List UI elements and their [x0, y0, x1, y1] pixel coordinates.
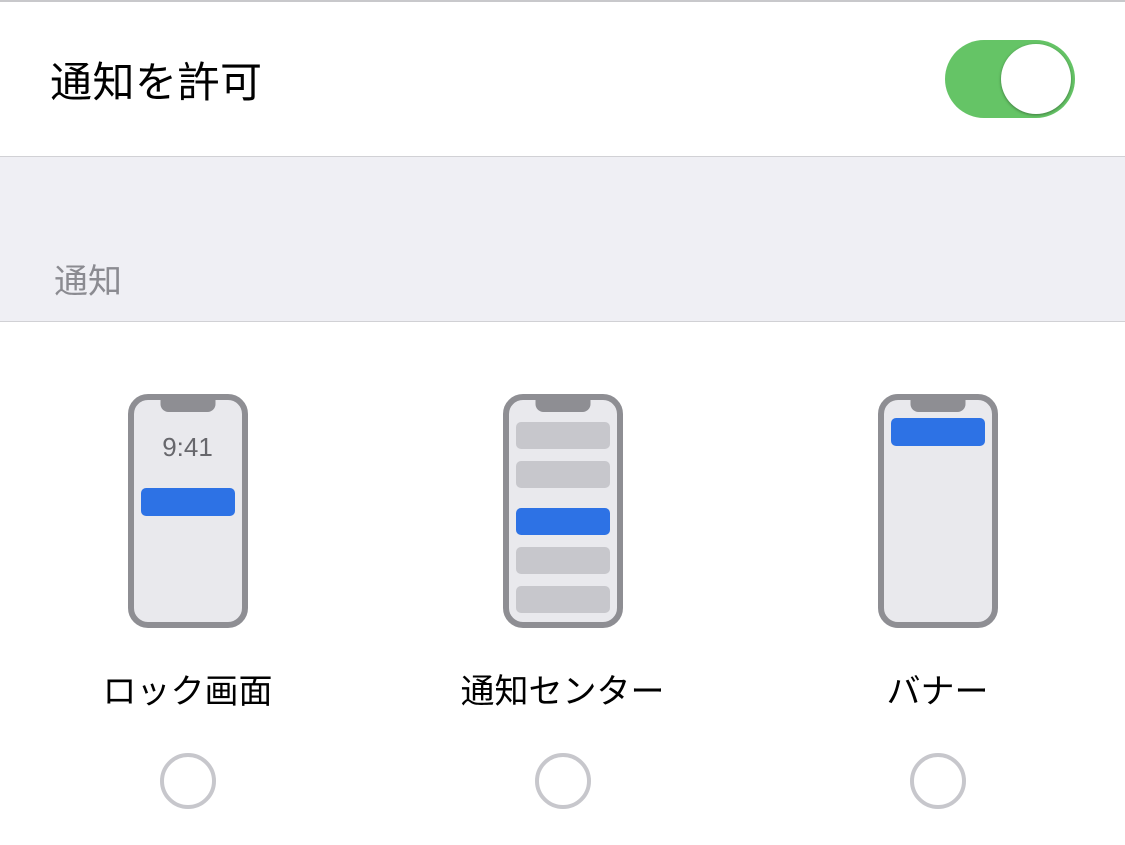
- notification-bar-icon: [891, 418, 985, 446]
- phone-lock-screen-icon: 9:41: [128, 394, 248, 628]
- phone-banner-icon: [878, 394, 998, 628]
- option-lock-screen-selector[interactable]: [160, 753, 216, 809]
- notification-bar-icon: [516, 461, 610, 488]
- notification-bar-icon: [516, 422, 610, 449]
- option-notification-center-selector[interactable]: [535, 753, 591, 809]
- option-label: 通知センター: [461, 664, 665, 713]
- notification-bar-icon: [516, 508, 610, 535]
- phone-notification-center-icon: [503, 394, 623, 628]
- option-notification-center[interactable]: 通知センター: [413, 394, 713, 809]
- allow-notifications-toggle[interactable]: [945, 40, 1075, 118]
- toggle-knob-icon: [1001, 44, 1071, 114]
- option-banner[interactable]: バナー: [788, 394, 1088, 809]
- phone-notch-icon: [910, 400, 965, 412]
- section-header: 通知: [0, 157, 1125, 321]
- notification-bar-icon: [141, 488, 235, 516]
- lock-screen-time: 9:41: [134, 432, 242, 463]
- allow-notifications-label: 通知を許可: [50, 49, 263, 110]
- phone-notch-icon: [160, 400, 215, 412]
- notification-style-options: 9:41 ロック画面 通知センター バナー: [0, 321, 1125, 845]
- option-label: バナー: [887, 664, 989, 713]
- allow-notifications-row: 通知を許可: [0, 2, 1125, 157]
- section-header-label: 通知: [54, 254, 122, 303]
- notification-bar-icon: [516, 547, 610, 574]
- option-banner-selector[interactable]: [910, 753, 966, 809]
- option-label: ロック画面: [103, 664, 273, 713]
- phone-notch-icon: [535, 400, 590, 412]
- option-lock-screen[interactable]: 9:41 ロック画面: [38, 394, 338, 809]
- notification-bar-icon: [516, 586, 610, 613]
